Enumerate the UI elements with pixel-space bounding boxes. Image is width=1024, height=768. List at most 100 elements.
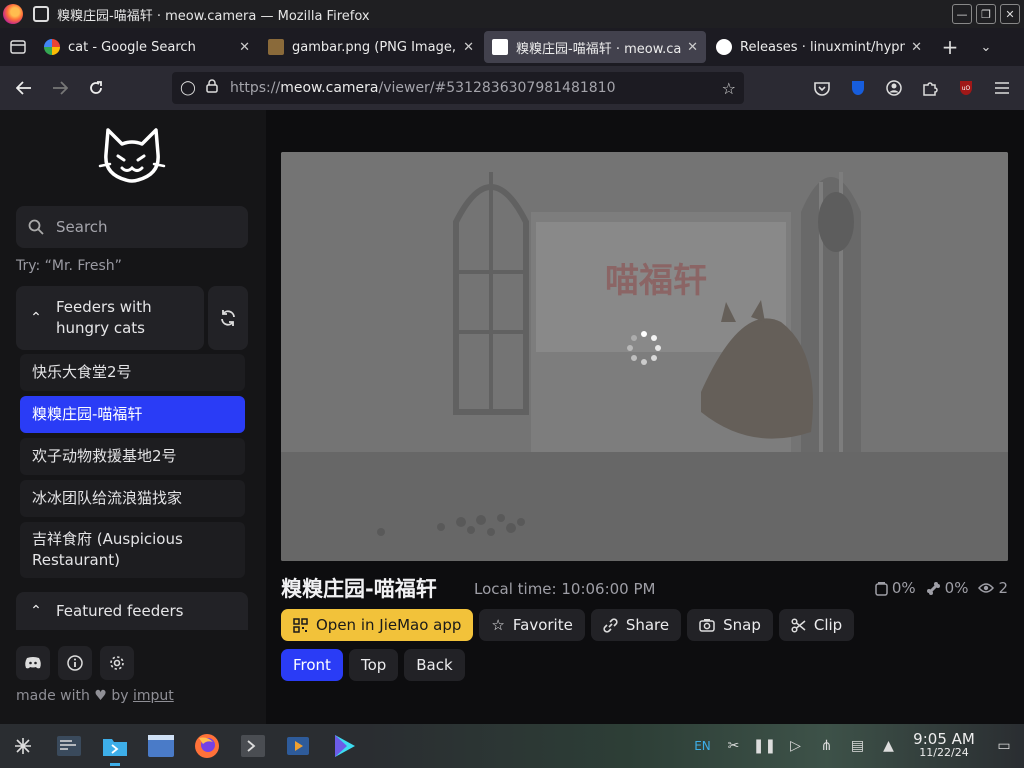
taskbar-app-file-manager[interactable] <box>92 724 138 768</box>
taskbar-app-media-player[interactable] <box>276 724 322 768</box>
window-title: 糗糗庄园-喵福轩 · meow.camera — Mozilla Firefox <box>57 8 370 24</box>
tab-gambar-png[interactable]: gambar.png (PNG Image, 1 ✕ <box>260 31 482 63</box>
address-bar[interactable]: ◯ https://meow.camera/viewer/#5312836307… <box>172 72 744 104</box>
open-in-jiemao-button[interactable]: Open in JieMao app <box>281 609 474 641</box>
firefox-icon <box>195 734 219 758</box>
sidebar: Try: “Mr. Fresh” ⌃ Feeders with hungry c… <box>0 110 266 724</box>
image-icon <box>268 39 284 55</box>
feeder-item[interactable]: 吉祥食府 (Auspicious Restaurant) <box>20 522 245 578</box>
snap-label: Snap <box>723 616 761 634</box>
share-button[interactable]: Share <box>590 609 682 641</box>
window-pin-icon[interactable] <box>33 6 49 22</box>
loading-spinner-icon <box>627 331 661 365</box>
bookmark-star-icon[interactable]: ☆ <box>722 79 736 98</box>
featured-feeders-toggle[interactable]: ⌃ Featured feeders <box>16 592 248 630</box>
feeder-item[interactable]: 欢子动物救援基地2号 <box>20 438 245 475</box>
extensions-button[interactable] <box>912 72 948 104</box>
volume-icon[interactable]: ▷ <box>780 738 811 754</box>
pocket-button[interactable] <box>804 72 840 104</box>
search-field[interactable] <box>16 206 248 248</box>
clock-time: 9:05 AM <box>913 730 975 748</box>
scissors-tray-icon[interactable]: ✂ <box>718 738 749 754</box>
app-menu-button[interactable] <box>984 72 1020 104</box>
show-desktop-button[interactable]: ▭ <box>984 738 1024 754</box>
lock-icon[interactable] <box>200 79 224 97</box>
close-tab-icon[interactable]: ✕ <box>905 40 922 55</box>
clock[interactable]: 9:05 AM 11/22/24 <box>904 732 984 760</box>
window-titlebar: 糗糗庄园-喵福轩 · meow.camera — Mozilla Firefox… <box>0 0 1024 28</box>
back-arrow-icon <box>16 81 31 95</box>
close-window-button[interactable]: ✕ <box>1000 4 1020 24</box>
tab-meow-camera[interactable]: 糗糗庄园-喵福轩 · meow.ca ✕ <box>484 31 706 63</box>
feeder-item[interactable]: 快乐大食堂2号 <box>20 354 245 391</box>
tab-top-camera[interactable]: Top <box>348 649 399 681</box>
settings-button[interactable] <box>100 646 134 680</box>
list-all-tabs-button[interactable]: ⌄ <box>968 40 1004 55</box>
treat-level-stat: 0% <box>926 579 968 597</box>
scissors-icon <box>791 617 806 633</box>
shield-extension-icon <box>852 81 864 95</box>
discord-button[interactable] <box>16 646 50 680</box>
tab-label: Releases · linuxmint/hypn <box>740 39 906 55</box>
close-tab-icon[interactable]: ✕ <box>457 40 474 55</box>
reload-button[interactable] <box>78 72 114 104</box>
close-tab-icon[interactable]: ✕ <box>681 40 698 55</box>
tab-label: cat - Google Search <box>68 39 196 55</box>
search-input[interactable] <box>56 218 236 236</box>
firefox-view-button[interactable] <box>0 28 36 66</box>
taskbar-app-system-monitor[interactable] <box>46 724 92 768</box>
pause-media-icon[interactable]: ❚❚ <box>749 738 780 754</box>
link-icon <box>603 617 618 633</box>
taskbar-app-play-store[interactable] <box>322 724 368 768</box>
url-host: meow.camera <box>280 80 379 96</box>
window-icon <box>148 735 174 757</box>
forward-button[interactable] <box>42 72 78 104</box>
keyboard-layout-indicator[interactable]: EN <box>687 739 718 753</box>
eye-icon <box>978 583 995 593</box>
new-tab-button[interactable]: + <box>932 35 968 59</box>
tracking-protection-shield-icon[interactable]: ◯ <box>176 80 200 96</box>
back-button[interactable] <box>6 72 42 104</box>
system-tray: EN ✂ ❚❚ ▷ ⋔ ▤ ▲ 9:05 AM 11/22/24 ▭ <box>687 724 1024 768</box>
tab-back-camera[interactable]: Back <box>404 649 465 681</box>
account-icon <box>886 80 902 96</box>
camera-video[interactable]: 喵福轩 <box>281 152 1008 561</box>
reload-icon <box>90 81 102 94</box>
favorite-label: Favorite <box>512 616 573 634</box>
tab-google-search[interactable]: cat - Google Search ✕ <box>36 31 258 63</box>
meow-camera-icon <box>492 39 508 55</box>
feeder-item[interactable]: 冰冰团队给流浪猫找家 <box>20 480 245 517</box>
meow-camera-logo[interactable] <box>98 126 166 188</box>
maximize-window-button[interactable]: ❐ <box>976 4 996 24</box>
taskbar-app-window[interactable] <box>138 724 184 768</box>
clip-button[interactable]: Clip <box>778 609 855 641</box>
favorite-button[interactable]: ☆ Favorite <box>479 609 585 641</box>
food-level-value: 0% <box>891 579 916 597</box>
url-scheme: https:// <box>230 80 281 96</box>
close-tab-icon[interactable]: ✕ <box>233 40 250 55</box>
tab-front-camera[interactable]: Front <box>281 649 343 681</box>
taskbar-app-firefox[interactable] <box>184 724 230 768</box>
bitwarden-extension-button[interactable] <box>840 72 876 104</box>
tab-label: gambar.png (PNG Image, 1 <box>292 39 458 55</box>
tab-github-releases[interactable]: Releases · linuxmint/hypn ✕ <box>708 31 930 63</box>
account-button[interactable] <box>876 72 912 104</box>
feeders-group-toggle[interactable]: ⌃ Feeders with hungry cats <box>16 286 204 350</box>
usb-device-icon[interactable]: ⋔ <box>811 738 842 754</box>
imput-link[interactable]: imput <box>133 688 174 704</box>
minimize-window-button[interactable]: — <box>952 4 972 24</box>
firefox-logo-icon <box>3 4 23 24</box>
feeder-item-selected[interactable]: 糗糗庄园-喵福轩 <box>20 396 245 433</box>
about-button[interactable] <box>58 646 92 680</box>
snap-button[interactable]: Snap <box>687 609 773 641</box>
tray-expand-arrow-icon[interactable]: ▲ <box>873 738 904 754</box>
pocket-icon <box>814 81 830 96</box>
featured-feeders-label: Featured feeders <box>56 602 184 620</box>
refresh-feeders-button[interactable] <box>208 286 248 350</box>
ublock-origin-button[interactable]: uO <box>948 72 984 104</box>
network-icon[interactable]: ▤ <box>842 738 873 754</box>
food-container-icon <box>875 581 888 596</box>
credit-line: made with ♥ by imput <box>16 688 174 704</box>
app-launcher-button[interactable] <box>0 724 46 768</box>
taskbar-app-terminal[interactable] <box>230 724 276 768</box>
